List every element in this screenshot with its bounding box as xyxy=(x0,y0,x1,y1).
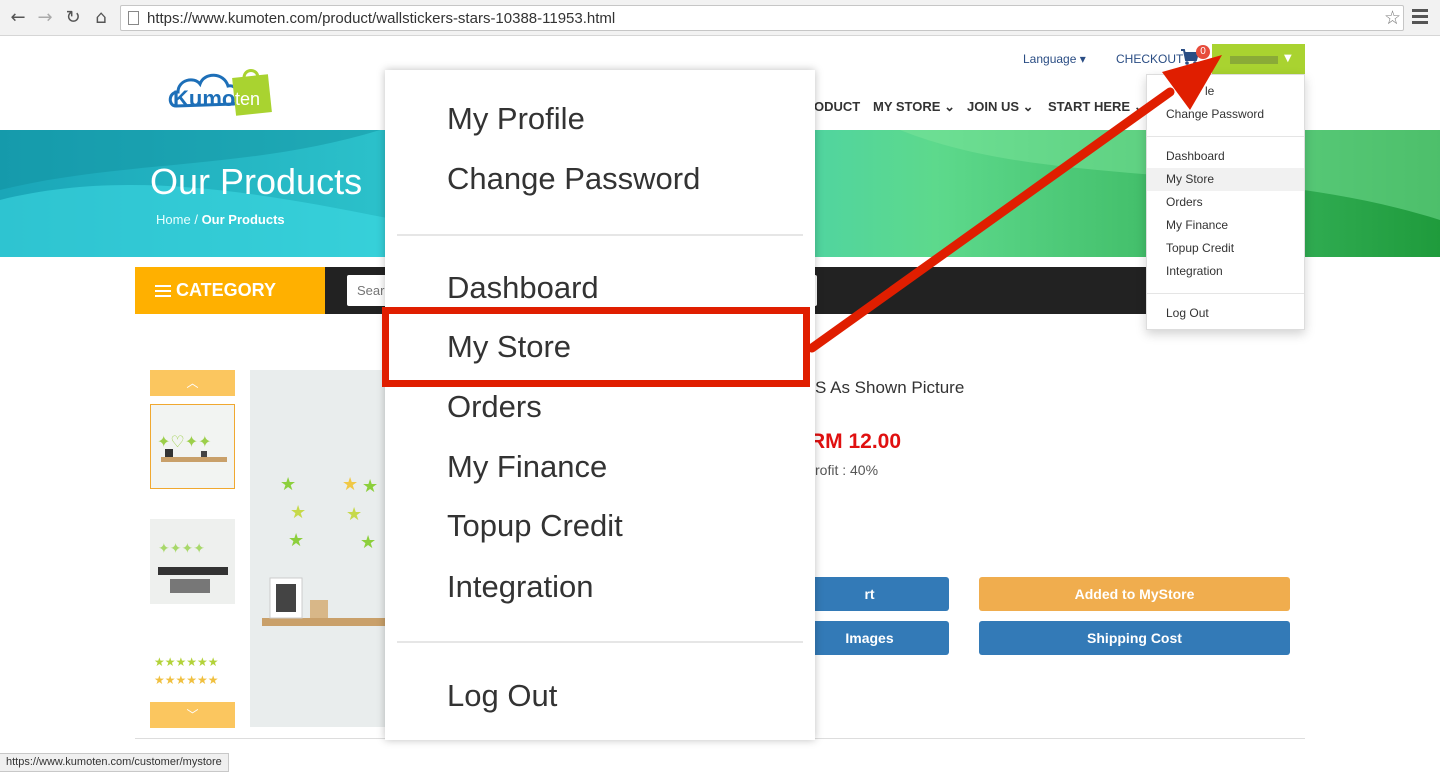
product-profit: rofit : 40% xyxy=(815,462,879,478)
cart-count-badge: 0 xyxy=(1196,45,1210,59)
product-price: RM 12.00 xyxy=(810,430,902,453)
home-icon[interactable]: ⌂ xyxy=(89,6,113,30)
thumb-scroll-down-icon[interactable]: ﹀ xyxy=(150,702,235,728)
checkout-link[interactable]: CHECKOUT xyxy=(1116,52,1183,66)
logo-text-ten: ten xyxy=(235,89,260,109)
highlight-box xyxy=(382,307,810,387)
dropdown-item-change-password[interactable]: Change Password xyxy=(1166,107,1264,121)
shipping-cost-button[interactable]: Shipping Cost xyxy=(979,621,1290,655)
svg-text:★: ★ xyxy=(342,474,358,495)
dropdown-item-orders[interactable]: Orders xyxy=(1166,195,1203,209)
svg-text:★★★★★★: ★★★★★★ xyxy=(154,673,219,687)
page-icon xyxy=(128,11,139,25)
breadcrumb-separator: / xyxy=(194,212,198,227)
zoom-item-my-profile[interactable]: My Profile xyxy=(447,101,585,137)
status-bar-url: https://www.kumoten.com/customer/mystore xyxy=(0,753,229,772)
blurred-username xyxy=(1230,56,1278,64)
product-thumbnail[interactable]: ✦♡✦✦ xyxy=(150,404,235,489)
svg-text:★: ★ xyxy=(280,474,296,495)
svg-text:✦♡✦✦: ✦♡✦✦ xyxy=(157,432,212,451)
dropdown-item-my-profile[interactable]: le xyxy=(1205,84,1214,98)
zoom-item-orders[interactable]: Orders xyxy=(447,389,542,425)
chevron-down-icon: ⌄ xyxy=(1133,99,1145,114)
svg-text:★: ★ xyxy=(346,504,362,525)
logo-text-kumo: Kumo xyxy=(173,86,235,111)
user-dropdown-menu: le Change Password Dashboard My Store Or… xyxy=(1146,74,1305,330)
zoom-item-log-out[interactable]: Log Out xyxy=(447,678,557,714)
kumoten-logo[interactable]: Kumo ten xyxy=(168,54,274,118)
language-label: Language xyxy=(1023,52,1077,66)
svg-text:✦✦✦✦: ✦✦✦✦ xyxy=(158,541,205,557)
svg-text:★★★★★★: ★★★★★★ xyxy=(154,655,219,669)
browser-toolbar: ← → ↻ ⌂ https://www.kumoten.com/product/… xyxy=(0,0,1440,36)
zoomed-menu-callout: My Profile Change Password Dashboard My … xyxy=(385,70,815,740)
nav-join-us[interactable]: JOIN US ⌄ xyxy=(967,99,1034,115)
product-thumbnail[interactable]: ✦✦✦✦ xyxy=(150,519,235,604)
product-thumbnail[interactable]: ★★★★★★ ★★★★★★ xyxy=(150,644,235,702)
zoom-item-my-finance[interactable]: My Finance xyxy=(447,449,607,485)
thumb-scroll-up-icon[interactable]: ︿ xyxy=(150,370,235,396)
product-title: S As Shown Picture xyxy=(815,378,965,397)
dropdown-divider xyxy=(1147,136,1304,137)
product-main-image[interactable]: ★ ★ ★ ★ ★ ★ ★ xyxy=(250,370,390,727)
caret-down-icon: ▼ xyxy=(1284,53,1292,64)
page-title: Our Products xyxy=(150,161,363,202)
dropdown-item-my-finance[interactable]: My Finance xyxy=(1166,218,1228,232)
nav-my-store[interactable]: MY STORE ⌄ xyxy=(873,99,955,115)
nav-my-store-label: MY STORE xyxy=(873,99,941,114)
zoom-item-integration[interactable]: Integration xyxy=(447,569,594,605)
svg-text:★: ★ xyxy=(288,530,304,551)
nav-join-us-label: JOIN US xyxy=(967,99,1020,114)
address-url[interactable]: https://www.kumoten.com/product/wallstic… xyxy=(147,10,615,27)
svg-text:★: ★ xyxy=(362,476,378,497)
hamburger-icon[interactable] xyxy=(1412,9,1428,27)
breadcrumb-current: Our Products xyxy=(201,212,285,227)
chevron-down-icon: ⌄ xyxy=(1022,99,1034,114)
category-label: CATEGORY xyxy=(176,280,277,300)
dropdown-divider xyxy=(1147,293,1304,294)
dropdown-item-topup-credit[interactable]: Topup Credit xyxy=(1166,241,1234,255)
address-bar[interactable]: https://www.kumoten.com/product/wallstic… xyxy=(120,5,1404,31)
breadcrumb: Home / Our Products xyxy=(156,212,285,227)
user-account-button[interactable]: ▼ xyxy=(1212,44,1305,74)
back-arrow-icon[interactable]: ← xyxy=(6,6,30,30)
breadcrumb-home[interactable]: Home xyxy=(156,212,191,227)
forward-arrow-icon[interactable]: → xyxy=(33,6,57,30)
chevron-down-icon: ⌄ xyxy=(944,99,955,114)
zoom-item-topup-credit[interactable]: Topup Credit xyxy=(447,508,623,544)
language-dropdown[interactable]: Language ▾ xyxy=(1023,52,1086,66)
zoom-divider xyxy=(397,641,803,643)
zoom-divider xyxy=(397,234,803,236)
star-icon[interactable]: ☆ xyxy=(1384,7,1401,29)
nav-product[interactable]: ODUCT xyxy=(814,99,860,114)
dropdown-item-integration[interactable]: Integration xyxy=(1166,264,1223,278)
category-button[interactable]: CATEGORY xyxy=(135,267,325,314)
nav-start-here[interactable]: START HERE ⌄ xyxy=(1048,99,1145,115)
reload-icon[interactable]: ↻ xyxy=(61,6,85,30)
zoom-item-dashboard[interactable]: Dashboard xyxy=(447,270,599,306)
svg-text:★: ★ xyxy=(290,502,306,523)
hamburger-icon xyxy=(155,285,171,297)
dropdown-item-dashboard[interactable]: Dashboard xyxy=(1166,149,1225,163)
dropdown-item-my-store[interactable]: My Store xyxy=(1166,172,1214,186)
nav-start-here-label: START HERE xyxy=(1048,99,1131,114)
svg-text:★: ★ xyxy=(360,532,376,553)
dropdown-item-log-out[interactable]: Log Out xyxy=(1166,306,1209,320)
added-to-mystore-button[interactable]: Added to MyStore xyxy=(979,577,1290,611)
zoom-item-change-password[interactable]: Change Password xyxy=(447,161,700,197)
